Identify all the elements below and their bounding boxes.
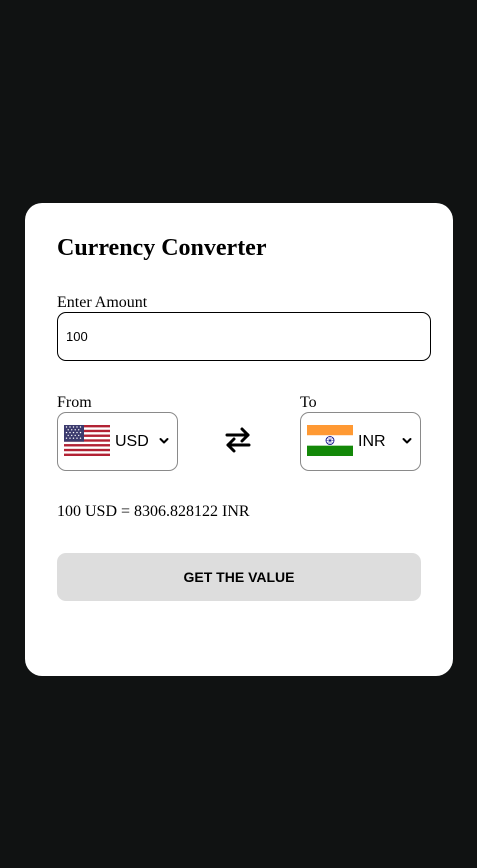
to-currency-select[interactable]: INR bbox=[300, 412, 421, 471]
page-title: Currency Converter bbox=[57, 235, 267, 261]
amount-input[interactable] bbox=[57, 312, 431, 361]
to-currency-value: INR bbox=[358, 433, 386, 450]
chevron-down-icon bbox=[159, 438, 169, 444]
from-currency-select[interactable]: USD bbox=[57, 412, 178, 471]
from-currency-value: USD bbox=[115, 433, 149, 450]
converter-card: Currency Converter Enter Amount From To … bbox=[25, 203, 453, 676]
amount-label: Enter Amount bbox=[57, 294, 148, 311]
get-value-button[interactable]: GET THE VALUE bbox=[57, 553, 421, 601]
from-label: From bbox=[57, 394, 92, 411]
swap-arrows-icon[interactable] bbox=[224, 426, 252, 454]
india-flag-icon bbox=[307, 425, 353, 456]
conversion-result: 100 USD = 8306.828122 INR bbox=[57, 503, 250, 520]
chevron-down-icon bbox=[402, 438, 412, 444]
to-label: To bbox=[300, 394, 317, 411]
us-flag-icon bbox=[64, 425, 110, 456]
